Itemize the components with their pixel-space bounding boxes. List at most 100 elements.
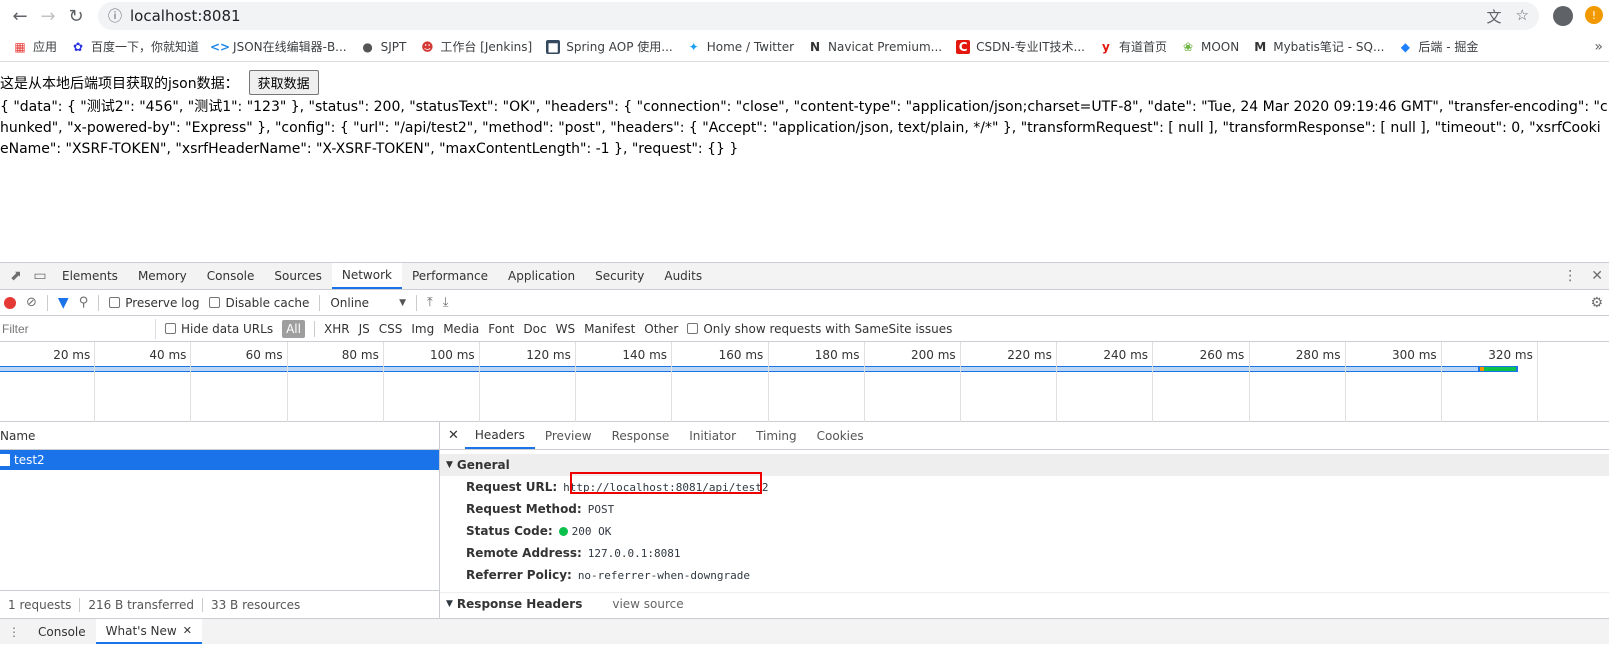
checkbox-box[interactable] xyxy=(165,323,176,334)
preserve-log-checkbox[interactable]: Preserve log xyxy=(109,296,199,310)
address-url[interactable]: localhost:8081 xyxy=(130,7,241,25)
tab-memory[interactable]: Memory xyxy=(128,263,197,289)
type-filter-media[interactable]: Media xyxy=(443,322,479,336)
inspect-element-icon[interactable]: ⬈ xyxy=(4,266,28,286)
drawer-menu-icon[interactable]: ⋮ xyxy=(0,625,28,639)
import-har-icon[interactable]: ⤒ xyxy=(427,295,433,310)
devtools-panel: ⬈ ▭ Elements Memory Console Sources Netw… xyxy=(0,262,1609,654)
same-site-checkbox[interactable]: Only show requests with SameSite issues xyxy=(687,322,952,336)
bookmark-navicat[interactable]: N Navicat Premium... xyxy=(801,40,949,54)
bookmark-youdao[interactable]: y 有道首页 xyxy=(1092,38,1174,55)
tab-console[interactable]: Console xyxy=(197,263,265,289)
tab-response[interactable]: Response xyxy=(602,422,680,449)
detail-tabs: ✕ Headers Preview Response Initiator Tim… xyxy=(440,422,1609,450)
tab-preview[interactable]: Preview xyxy=(535,422,602,449)
timeline-gridline xyxy=(863,342,865,422)
type-filter-manifest[interactable]: Manifest xyxy=(584,322,635,336)
timeline-gridline xyxy=(190,342,192,422)
timeline-tick: 140 ms xyxy=(622,348,668,362)
type-filter-other[interactable]: Other xyxy=(644,322,678,336)
bookmark-baidu[interactable]: ✿ 百度一下，你就知道 xyxy=(64,38,206,55)
separator xyxy=(319,294,321,311)
timeline-tick: 320 ms xyxy=(1488,348,1533,362)
response-headers-section[interactable]: ▼ Response Headers view source xyxy=(440,592,1609,614)
type-filter-ws[interactable]: WS xyxy=(556,322,575,336)
address-bar[interactable]: ⓘ localhost:8081 文 ☆ xyxy=(98,2,1539,30)
checkbox-box[interactable] xyxy=(209,297,221,308)
drawer-tab-console[interactable]: Console xyxy=(28,619,96,644)
bookmark-moon[interactable]: ❀ MOON xyxy=(1174,40,1246,54)
timeline-gridline xyxy=(382,342,384,422)
bookmark-juejin[interactable]: ◆ 后端 - 掘金 xyxy=(1391,38,1485,55)
tab-headers[interactable]: Headers xyxy=(464,422,535,449)
update-icon[interactable]: ! xyxy=(1585,6,1603,24)
info-icon[interactable]: ⓘ xyxy=(108,6,122,26)
bookmark-star-icon[interactable]: ☆ xyxy=(1516,6,1529,27)
tab-application[interactable]: Application xyxy=(498,263,585,289)
view-source-link[interactable]: view source xyxy=(612,597,683,611)
throttling-select[interactable]: Online ▼ xyxy=(330,296,406,310)
type-filter-all[interactable]: All xyxy=(282,319,305,338)
drawer-tab-whats-new[interactable]: What's New ✕ xyxy=(95,619,202,644)
tab-security[interactable]: Security xyxy=(585,263,654,289)
type-filter-js[interactable]: JS xyxy=(359,322,370,336)
bookmark-twitter[interactable]: ✦ Home / Twitter xyxy=(680,40,801,54)
type-filter-font[interactable]: Font xyxy=(488,322,514,336)
record-icon[interactable] xyxy=(4,296,16,309)
tab-cookies[interactable]: Cookies xyxy=(807,422,874,449)
transferred-size: 216 B transferred xyxy=(80,597,203,612)
bookmarks-overflow-icon[interactable]: » xyxy=(1594,39,1603,55)
request-list: Name test2 1 requests 216 B transferred … xyxy=(0,422,440,618)
bookmark-mybatis[interactable]: M Mybatis笔记 - SQ... xyxy=(1246,38,1391,55)
network-timeline[interactable]: 20 ms 40 ms 60 ms 80 ms 100 ms 120 ms 140 ms 16… xyxy=(0,342,1609,422)
devtools-drawer: ⋮ Console What's New ✕ xyxy=(0,618,1609,644)
disable-cache-checkbox[interactable]: Disable cache xyxy=(209,296,309,310)
navicat-icon: N xyxy=(810,39,821,54)
fetch-data-button[interactable]: 获取数据 xyxy=(248,70,319,95)
settings-gear-icon[interactable]: ⚙ xyxy=(1590,295,1609,311)
column-header-name[interactable]: Name xyxy=(0,422,439,450)
hide-data-urls-checkbox[interactable]: Hide data URLs xyxy=(165,322,273,336)
profile-avatar-icon[interactable] xyxy=(1553,6,1573,26)
type-filter-css[interactable]: CSS xyxy=(379,322,403,336)
device-toolbar-icon[interactable]: ▭ xyxy=(28,266,52,286)
highlight-box xyxy=(570,472,762,494)
close-icon[interactable]: ✕ xyxy=(183,624,192,637)
export-har-icon[interactable]: ⤓ xyxy=(443,295,449,310)
type-filter-img[interactable]: Img xyxy=(411,322,434,336)
bookmark-json-editor[interactable]: <> JSON在线编辑器-B... xyxy=(206,38,354,55)
timeline-gridline xyxy=(286,342,288,422)
bookmark-sjpt[interactable]: ● SJPT xyxy=(354,40,414,54)
timeline-gridline xyxy=(1537,342,1539,422)
checkbox-box[interactable] xyxy=(687,323,699,334)
close-icon[interactable]: ✕ xyxy=(448,428,459,443)
bookmark-apps[interactable]: ▦ 应用 xyxy=(6,38,64,55)
page-icon: ■ xyxy=(546,39,561,54)
filter-icon[interactable]: ▼ xyxy=(58,295,69,311)
type-filter-xhr[interactable]: XHR xyxy=(324,322,350,336)
reload-icon[interactable]: ↻ xyxy=(62,2,90,30)
tab-initiator[interactable]: Initiator xyxy=(679,422,746,449)
checkbox-box[interactable] xyxy=(109,297,121,308)
forward-arrow-icon[interactable]: → xyxy=(34,2,62,30)
tab-performance[interactable]: Performance xyxy=(402,263,498,289)
separator xyxy=(98,294,100,311)
bookmark-csdn[interactable]: C CSDN-专业IT技术... xyxy=(949,38,1092,55)
clear-icon[interactable]: ⊘ xyxy=(26,295,37,310)
more-menu-icon[interactable]: ⋮ xyxy=(1563,268,1577,284)
filter-input[interactable] xyxy=(0,318,156,339)
type-filter-doc[interactable]: Doc xyxy=(523,322,546,336)
tab-network[interactable]: Network xyxy=(331,263,402,289)
request-row[interactable]: test2 xyxy=(0,450,439,470)
back-arrow-icon[interactable]: ← xyxy=(6,2,34,30)
translate-icon[interactable]: 文 xyxy=(1487,6,1502,27)
close-devtools-icon[interactable]: ✕ xyxy=(1591,268,1603,284)
bookmark-jenkins[interactable]: ☻ 工作台 [Jenkins] xyxy=(413,38,539,55)
tab-timing[interactable]: Timing xyxy=(746,422,807,449)
tab-audits[interactable]: Audits xyxy=(654,263,712,289)
search-icon[interactable]: ⚲ xyxy=(79,295,89,310)
tab-sources[interactable]: Sources xyxy=(264,263,331,289)
tab-elements[interactable]: Elements xyxy=(52,263,128,289)
bookmark-spring-aop[interactable]: ■ Spring AOP 使用... xyxy=(539,38,679,55)
browser-toolbar: ← → ↻ ⓘ localhost:8081 文 ☆ ! xyxy=(0,0,1609,32)
